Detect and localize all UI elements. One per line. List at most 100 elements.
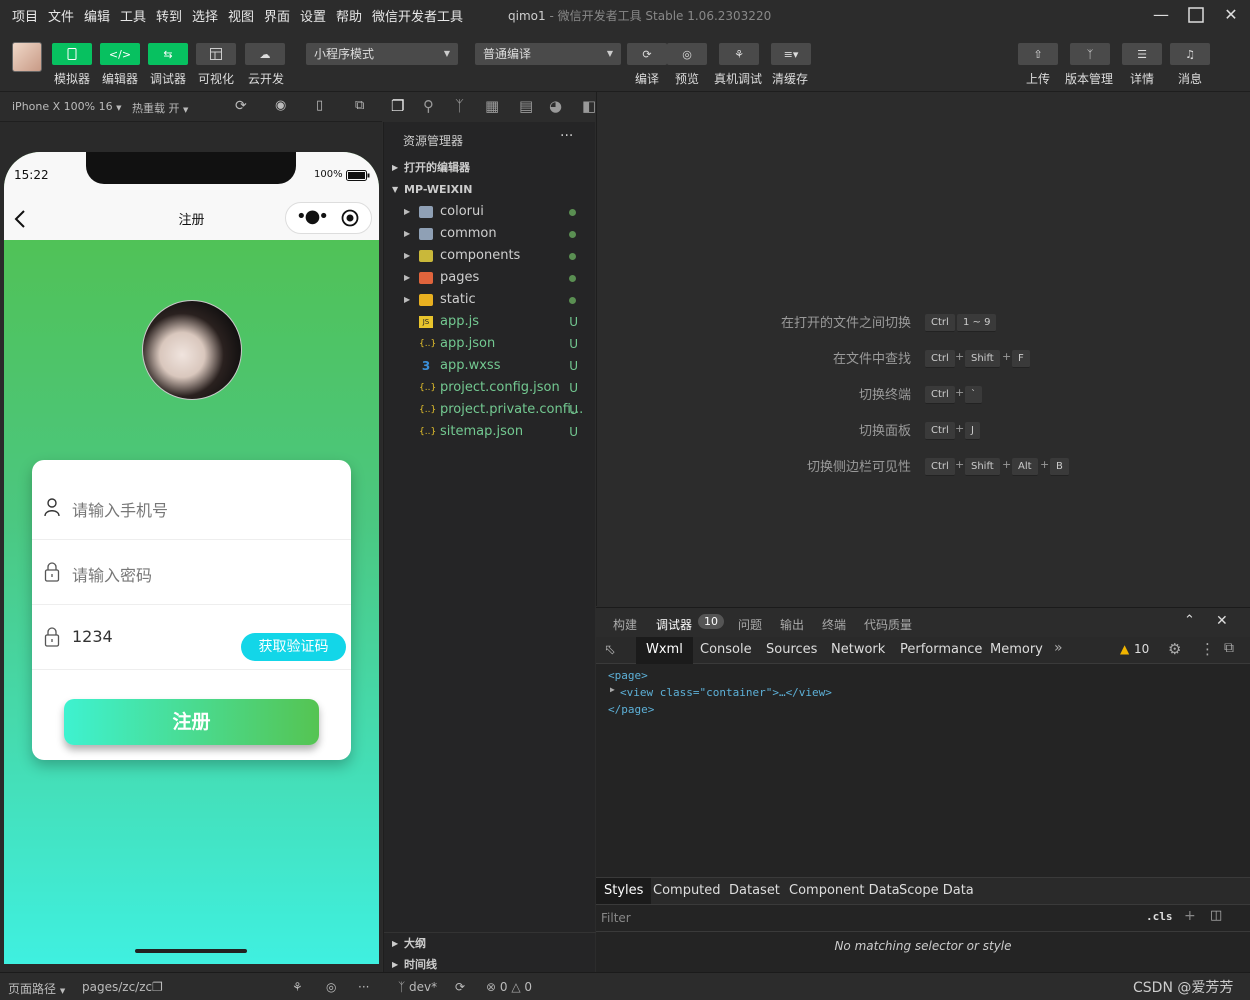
kebab-menu-icon[interactable]: ⋮ [1200, 640, 1215, 658]
register-button[interactable]: 注册 [64, 699, 319, 745]
code-input[interactable]: 1234 [72, 627, 113, 646]
wxml-line[interactable]: <view class="container">…</view> [620, 686, 832, 699]
menu-item-goto[interactable]: 转到 [156, 6, 182, 25]
hot-reload-toggle[interactable]: 热重载 开 ▼ [132, 100, 188, 116]
bug-icon[interactable]: ⚘ [292, 980, 303, 994]
simulator-toggle-button[interactable] [52, 43, 92, 65]
tab-issues[interactable]: 问题 [738, 616, 762, 633]
tab-build[interactable]: 构建 [613, 616, 637, 633]
tab-output[interactable]: 输出 [780, 616, 804, 633]
tab-memory[interactable]: Memory [990, 642, 1043, 657]
panel-toggle-icon[interactable]: ◧ [582, 97, 596, 115]
tree-folder[interactable]: ▶ common [384, 223, 596, 245]
close-icon[interactable]: ✕ [1216, 613, 1228, 629]
tree-file[interactable]: {..} sitemap.json U [384, 421, 596, 443]
project-section[interactable]: ▼ MP-WEIXIN [384, 179, 596, 201]
popout-icon[interactable]: ⧉ [355, 98, 364, 113]
rotate-icon[interactable]: ⟳ [235, 98, 247, 114]
menu-item-settings[interactable]: 设置 [300, 6, 326, 25]
tree-folder[interactable]: ▶ pages [384, 267, 596, 289]
close-icon[interactable]: ✕ [1216, 3, 1246, 27]
tab-debugger[interactable]: 调试器 [656, 616, 692, 633]
tree-folder[interactable]: ▶ components [384, 245, 596, 267]
tab-component-data[interactable]: Component Data [789, 883, 900, 898]
expand-arrow-icon[interactable]: ▶ [610, 685, 615, 694]
tab-sources[interactable]: Sources [766, 642, 817, 657]
tab-wxml[interactable]: Wxml [636, 637, 693, 664]
cloud-dev-button[interactable]: ☁ [245, 43, 285, 65]
close-circle-icon[interactable] [341, 209, 359, 227]
extensions-icon[interactable]: ▦ [485, 97, 499, 115]
more-icon[interactable]: ··· [358, 980, 369, 994]
more-dots-icon[interactable]: •●• [296, 206, 329, 227]
menu-item-project[interactable]: 项目 [12, 6, 38, 25]
warning-count[interactable]: 10 [1134, 642, 1149, 656]
maximize-icon[interactable] [1181, 3, 1211, 27]
more-tabs-icon[interactable]: » [1054, 640, 1063, 656]
version-button[interactable]: ᛉ [1070, 43, 1110, 65]
real-device-debug-button[interactable]: ⚘ [719, 43, 759, 65]
menu-item-help[interactable]: 帮助 [336, 6, 362, 25]
menu-item-view[interactable]: 视图 [228, 6, 254, 25]
docker-icon[interactable]: ◕ [549, 97, 562, 115]
preview-button[interactable]: ◎ [667, 43, 707, 65]
tab-performance[interactable]: Performance [900, 642, 982, 657]
tree-file[interactable]: {..} project.config.json U [384, 377, 596, 399]
sync-icon[interactable]: ⟳ [455, 980, 465, 994]
menu-item-edit[interactable]: 编辑 [84, 6, 110, 25]
problems-indicator[interactable]: ⊗ 0 △ 0 [486, 980, 532, 994]
debugger-toggle-button[interactable]: ⇆ [148, 43, 188, 65]
tree-file[interactable]: {..} project.private.confi... U [384, 399, 596, 421]
tree-folder[interactable]: ▶ static [384, 289, 596, 311]
details-button[interactable]: ☰ [1122, 43, 1162, 65]
tab-scope-data[interactable]: Scope Data [899, 883, 974, 898]
minimize-icon[interactable]: — [1146, 3, 1176, 27]
phone-icon[interactable]: ▯ [316, 98, 323, 113]
tab-computed[interactable]: Computed [653, 883, 721, 898]
menu-item-file[interactable]: 文件 [48, 6, 74, 25]
compile-select[interactable]: 普通编译 ▼ [475, 43, 621, 65]
filter-input[interactable]: Filter [601, 911, 631, 925]
tab-terminal[interactable]: 终端 [822, 616, 846, 633]
chevron-up-icon[interactable]: ⌃ [1184, 613, 1195, 628]
outline-section[interactable]: ▶ 大纲 [384, 932, 596, 954]
inspect-icon[interactable]: ⬁ [604, 642, 616, 658]
layout-icon[interactable]: ▤ [519, 97, 533, 115]
page-path-select[interactable]: 页面路径 ▼ [8, 980, 65, 997]
messages-button[interactable]: ♫ [1170, 43, 1210, 65]
sidebar-toggle-icon[interactable]: ◫ [1210, 908, 1222, 923]
tab-styles[interactable]: Styles [596, 878, 652, 904]
git-branch[interactable]: ᛉ dev* [398, 980, 437, 994]
tree-file[interactable]: JS app.js U [384, 311, 596, 333]
tab-code-quality[interactable]: 代码质量 [864, 616, 912, 633]
search-icon[interactable]: ⚲ [423, 97, 434, 115]
user-avatar[interactable] [12, 42, 42, 72]
upload-button[interactable]: ⇧ [1018, 43, 1058, 65]
copy-icon[interactable]: ❐ [152, 980, 163, 994]
gear-icon[interactable]: ⚙ [1168, 640, 1181, 658]
more-icon[interactable]: ··· [560, 128, 573, 144]
wxml-line[interactable]: </page> [608, 703, 654, 716]
cls-toggle[interactable]: .cls [1146, 910, 1173, 923]
source-control-icon[interactable]: ᛉ [455, 97, 464, 115]
get-code-button[interactable]: 获取验证码 [241, 633, 346, 661]
menu-item-interface[interactable]: 界面 [264, 6, 290, 25]
phone-input[interactable]: 请输入手机号 [72, 497, 168, 521]
editor-toggle-button[interactable]: </> [100, 43, 140, 65]
add-rule-icon[interactable]: + [1184, 908, 1196, 924]
clear-cache-button[interactable]: ≡▾ [771, 43, 811, 65]
files-icon[interactable]: ❐ [391, 97, 404, 115]
visual-toggle-button[interactable] [196, 43, 236, 65]
device-select[interactable]: iPhone X 100% 16 ▼ [12, 100, 122, 113]
eye-icon[interactable]: ◎ [326, 980, 336, 994]
tree-folder[interactable]: ▶ colorui [384, 201, 596, 223]
record-icon[interactable]: ◉ [275, 98, 286, 113]
tab-dataset[interactable]: Dataset [729, 883, 780, 898]
tab-network[interactable]: Network [831, 642, 885, 657]
tab-console[interactable]: Console [700, 642, 752, 657]
mode-select[interactable]: 小程序模式 ▼ [306, 43, 458, 65]
password-input[interactable]: 请输入密码 [72, 562, 152, 586]
tree-file[interactable]: 3 app.wxss U [384, 355, 596, 377]
menu-item-tools[interactable]: 工具 [120, 6, 146, 25]
menu-item-wechat-devtools[interactable]: 微信开发者工具 [372, 6, 463, 25]
